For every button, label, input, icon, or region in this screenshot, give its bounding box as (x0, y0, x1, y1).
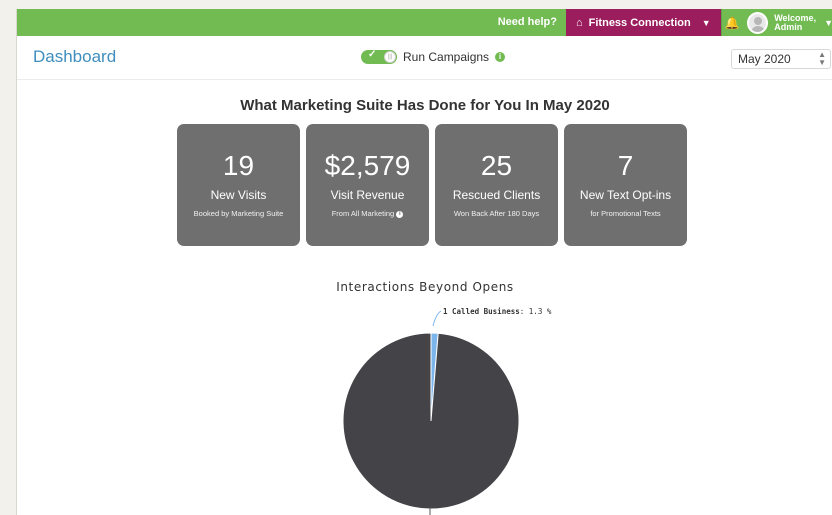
interactions-pie-chart: 1 Called Business: 1.3 % (342, 307, 552, 515)
pie-slice-other[interactable] (342, 332, 520, 510)
callout-label: 1 Called Business (443, 307, 520, 316)
svg-text:1 Called Business: 1.3 %: 1 Called Business: 1.3 % (443, 307, 552, 316)
app-frame: Need help? ⌂ Fitness Connection ▼ 🔔 Welc… (16, 9, 832, 515)
callout-line (432, 310, 442, 327)
callout-value: : 1.3 % (520, 307, 552, 316)
